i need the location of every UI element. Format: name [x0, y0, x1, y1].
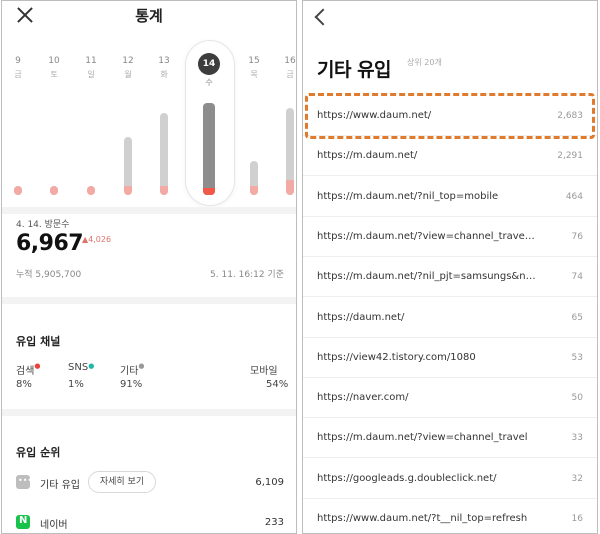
rank-section-title: 유입 순위: [16, 446, 61, 459]
referrer-url: https://naver.com/: [317, 392, 409, 404]
selected-day-label: 14: [198, 53, 220, 75]
back-icon[interactable]: [314, 8, 332, 26]
divider: [2, 207, 296, 214]
visit-count: 6,967: [16, 231, 84, 256]
day-label[interactable]: 11 일: [79, 55, 103, 81]
referrer-url: https://www.daum.net/: [317, 110, 432, 121]
day-bar[interactable]: [250, 160, 258, 195]
channel-label: 모바일: [250, 366, 278, 377]
as-of-time: 5. 11. 16:12 기준: [210, 270, 284, 280]
visit-delta: ▲4,026: [82, 235, 112, 244]
referrer-count: 32: [571, 473, 583, 484]
referrer-count: 2,683: [557, 111, 583, 121]
referrer-count: 33: [571, 433, 583, 444]
day-label[interactable]: 12 월: [116, 55, 140, 81]
stats-panel: 통계 9 금 10 토 11 일 12 월 13 화 15 목 16 금 14 수 4. 14. 방문수 6,…: [1, 0, 297, 534]
cumulative-visits: 누적 5,905,700: [16, 270, 82, 280]
day-bar[interactable]: [286, 108, 294, 195]
referrer-row[interactable]: https://daum.net/65: [303, 298, 597, 338]
referrer-url: https://m.daum.net/?nil_pjt=samsungs&n…: [317, 271, 536, 283]
page-subtitle: 상위 20개: [407, 58, 442, 67]
day-bar[interactable]: [14, 186, 22, 195]
rank-item-name: 기타 유입: [40, 480, 80, 491]
other-referrers-panel: 기타 유입 상위 20개 https://www.daum.net/2,683 h…: [302, 0, 598, 534]
referrer-url: https://www.daum.net/?t__nil_top=refresh: [317, 513, 528, 524]
rank-item-name: 네이버: [40, 520, 68, 531]
referrer-url: https://googleads.g.doubleclick.net/: [317, 472, 497, 484]
divider: [2, 409, 296, 416]
day-bar[interactable]: [50, 186, 58, 195]
channel-value: 91%: [120, 379, 143, 390]
naver-icon: N: [16, 515, 30, 529]
referrer-row[interactable]: https://www.daum.net/2,683: [303, 96, 597, 136]
referrer-row[interactable]: https://m.daum.net/?nil_pjt=samsungs&n… 7…: [303, 257, 597, 298]
channel-value: 8%: [16, 379, 32, 390]
day-bar[interactable]: [87, 186, 95, 195]
referrer-url: https://m.daum.net/?nil_top=mobile: [317, 190, 499, 202]
referrer-count: 16: [571, 514, 583, 524]
referrer-count: 53: [571, 352, 583, 363]
referrer-row[interactable]: https://view42.tistory.com/1080 53: [303, 338, 597, 378]
referrer-row[interactable]: https://m.daum.net/?nil_top=mobile 464: [303, 177, 597, 217]
referrer-count: 65: [571, 312, 583, 323]
day-label[interactable]: 16 금: [278, 55, 296, 81]
day-bar-selected[interactable]: [203, 103, 215, 195]
rank-item-value: 6,109: [255, 477, 284, 488]
referrer-url: https://m.daum.net/?view=channel_travel: [317, 432, 528, 444]
referrer-row[interactable]: https://www.daum.net/?t__nil_top=refresh…: [303, 499, 597, 533]
stats-header: 통계: [2, 1, 296, 31]
referrer-url: https://m.daum.net/: [317, 150, 418, 162]
channel-value: 1%: [68, 379, 84, 390]
referrer-count: 2,291: [557, 151, 583, 162]
day-label[interactable]: 13 화: [152, 55, 176, 81]
page-title: 통계: [135, 7, 163, 25]
day-bar[interactable]: [160, 112, 168, 195]
channel-label: 기타●: [120, 362, 145, 377]
channel-label: SNS●: [68, 362, 95, 373]
channel-label: 검색●: [16, 362, 41, 377]
detail-button[interactable]: 자세히 보기: [88, 471, 156, 493]
referrer-row[interactable]: https://m.daum.net/?view=channel_travel 3…: [303, 418, 597, 459]
referrer-row[interactable]: https://m.daum.net/2,291: [303, 136, 597, 177]
referrer-url: https://m.daum.net/?view=channel_trave…: [317, 230, 535, 242]
dot-icon: ●: [34, 362, 41, 370]
channel-section-title: 유입 채널: [16, 335, 61, 348]
referrer-row[interactable]: https://m.daum.net/?view=channel_trave… 7…: [303, 217, 597, 257]
dot-icon: ●: [88, 362, 95, 370]
day-label[interactable]: 9금: [6, 55, 30, 81]
page-title: 기타 유입: [317, 59, 392, 81]
referrer-url: https://daum.net/: [317, 311, 405, 323]
day-label[interactable]: 15 목: [242, 55, 266, 81]
day-bar[interactable]: [124, 136, 132, 195]
referrer-row[interactable]: https://googleads.g.doubleclick.net/32: [303, 459, 597, 499]
referrer-count: 76: [571, 231, 583, 242]
selected-day-weekday: 수: [205, 78, 213, 87]
visit-date-label: 4. 14. 방문수: [16, 220, 70, 230]
referrer-count: 74: [571, 272, 583, 283]
day-label[interactable]: 10 토: [42, 55, 66, 81]
referrer-row[interactable]: https://naver.com/50: [303, 378, 597, 419]
dot-icon: ●: [138, 362, 145, 370]
rank-item-value: 233: [264, 517, 284, 528]
referrer-url: https://view42.tistory.com/1080: [317, 351, 476, 363]
referrer-count: 50: [571, 393, 583, 404]
divider: [2, 297, 296, 304]
referrer-count: 464: [565, 191, 583, 202]
channel-value: 54%: [266, 379, 289, 390]
ellipsis-icon: •••: [16, 475, 32, 489]
